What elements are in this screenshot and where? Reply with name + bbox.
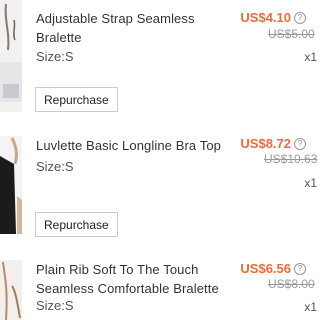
order-item: Adjustable Strap Seamless Bralette Size:… [0, 0, 320, 118]
original-price: US$10.63 [264, 152, 318, 166]
repurchase-button[interactable]: Repurchase [35, 87, 118, 112]
help-circle-icon[interactable]: ? [294, 11, 306, 24]
order-item: Luvlette Basic Longline Bra Top Size:S U… [0, 124, 320, 242]
size-label: Size:S [36, 49, 74, 64]
original-price: US$8.00 [268, 277, 315, 291]
price-value: US$4.10 [240, 10, 291, 25]
quantity: x1 [304, 50, 317, 64]
price-value: US$6.56 [240, 261, 291, 276]
order-item: Plain Rib Soft To The Touch Seamless Com… [0, 252, 320, 320]
repurchase-button[interactable]: Repurchase [35, 212, 118, 237]
size-label: Size:S [36, 159, 74, 174]
quantity: x1 [304, 176, 317, 190]
order-items-list: Adjustable Strap Seamless Bralette Size:… [0, 0, 320, 320]
product-title[interactable]: Luvlette Basic Longline Bra Top [36, 136, 232, 155]
product-thumbnail[interactable] [0, 136, 22, 234]
product-thumbnail[interactable] [0, 0, 22, 112]
help-circle-icon[interactable]: ? [294, 137, 306, 150]
product-title[interactable]: Plain Rib Soft To The Touch Seamless Com… [36, 260, 236, 298]
current-price: US$4.10 ? [240, 10, 306, 25]
product-title[interactable]: Adjustable Strap Seamless Bralette [36, 9, 232, 47]
help-circle-icon[interactable]: ? [294, 262, 306, 275]
quantity: x1 [304, 300, 317, 314]
current-price: US$6.56 ? [240, 261, 306, 276]
current-price: US$8.72 ? [240, 136, 306, 151]
product-thumbnail[interactable] [0, 260, 22, 320]
price-value: US$8.72 [240, 136, 291, 151]
size-label: Size:S [36, 298, 74, 313]
original-price: US$5.00 [268, 27, 315, 41]
